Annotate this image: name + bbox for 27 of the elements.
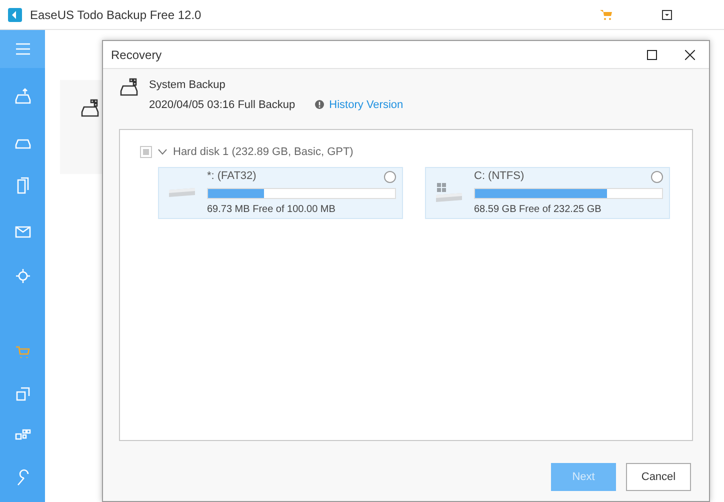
app-logo-icon bbox=[8, 8, 22, 22]
cart-icon[interactable] bbox=[600, 10, 612, 20]
close-icon[interactable] bbox=[685, 50, 695, 60]
maximize-icon[interactable] bbox=[647, 50, 657, 60]
disk-label: Hard disk 1 (232.89 GB, Basic, GPT) bbox=[173, 145, 354, 160]
info-icon bbox=[315, 100, 324, 110]
dialog-title: Recovery bbox=[111, 46, 163, 64]
partition-name: *: (FAT32) bbox=[207, 169, 256, 184]
backup-drive-icon bbox=[80, 98, 100, 118]
partition-radio[interactable] bbox=[651, 170, 663, 182]
cancel-button[interactable]: Cancel bbox=[626, 463, 691, 491]
partition-free-space: 69.73 MB Free of 100.00 MB bbox=[207, 202, 336, 217]
partition-name: C: (NTFS) bbox=[474, 169, 524, 184]
backup-name: System Backup bbox=[149, 78, 226, 93]
backup-info: 2020/04/05 03:16 Full Backup bbox=[149, 98, 296, 112]
expand-chevron-icon[interactable] bbox=[158, 149, 167, 156]
drive-icon bbox=[436, 183, 462, 202]
dropdown-menu-icon[interactable] bbox=[662, 10, 672, 20]
disk-checkbox[interactable] bbox=[140, 146, 152, 158]
partition-free-space: 68.59 GB Free of 232.25 GB bbox=[474, 202, 602, 217]
window-title: EaseUS Todo Backup Free 12.0 bbox=[30, 6, 202, 24]
partition-radio[interactable] bbox=[384, 170, 396, 182]
partition-card[interactable]: C: (NTFS) 68.59 GB Free of 232.25 GB bbox=[425, 166, 670, 218]
disk-backup-icon[interactable] bbox=[12, 86, 32, 106]
partition-card[interactable]: *: (FAT32) 69.73 MB Free of 100.00 MB bbox=[158, 166, 403, 218]
drive-icon bbox=[169, 188, 195, 197]
backup-drive-icon bbox=[119, 77, 139, 97]
